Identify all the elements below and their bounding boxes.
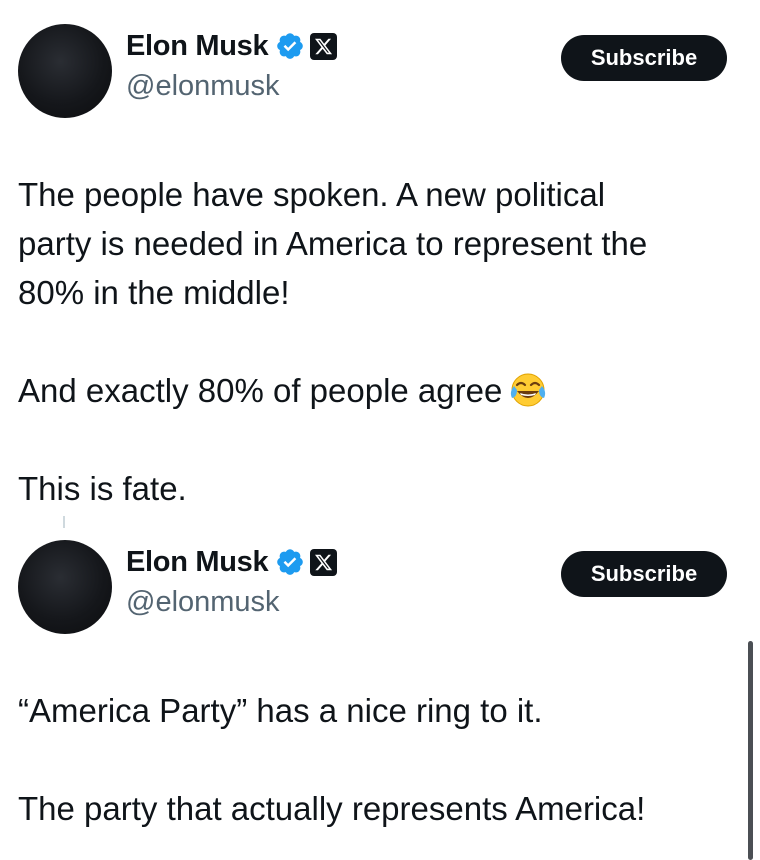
author-avatar[interactable] [18, 540, 112, 634]
post-text-line: “America Party” has a nice ring to it. [18, 692, 543, 729]
x-logo-icon [310, 548, 338, 576]
post-1-header: Elon Musk @elonmusk Subscribe [0, 24, 760, 124]
subscribe-button[interactable]: Subscribe [561, 551, 727, 597]
post-2-text: “America Party” has a nice ring to it. T… [18, 686, 733, 833]
scrollbar[interactable] [748, 641, 753, 860]
author-display-name[interactable]: Elon Musk [126, 546, 269, 579]
post-text-paragraph: And exactly 80% of people agree [18, 366, 733, 415]
thread-view: Elon Musk @elonmusk Subscribe The people… [0, 0, 760, 860]
face-with-tears-of-joy-icon [508, 370, 548, 410]
verified-badge-icon[interactable] [275, 547, 305, 577]
verified-badge-icon[interactable] [275, 31, 305, 61]
post-text-line: The party that actually represents Ameri… [18, 790, 646, 827]
thread-connector-line [63, 516, 65, 528]
author-name-row: Elon Musk [126, 542, 338, 582]
post-1-text: The people have spoken. A new political … [18, 170, 733, 513]
subscribe-button[interactable]: Subscribe [561, 35, 727, 81]
author-handle[interactable]: @elonmusk [126, 586, 280, 619]
author-display-name[interactable]: Elon Musk [126, 30, 269, 63]
author-avatar[interactable] [18, 24, 112, 118]
post-text-line: 80% in the middle! [18, 274, 290, 311]
post-text-line: party is needed in America to represent … [18, 225, 648, 262]
post-text-line: The people have spoken. A new political [18, 176, 606, 213]
author-handle[interactable]: @elonmusk [126, 70, 280, 103]
post-text-line: This is fate. [18, 470, 187, 507]
author-name-row: Elon Musk [126, 26, 338, 66]
x-logo-icon [310, 32, 338, 60]
post-2-header: Elon Musk @elonmusk Subscribe [0, 540, 760, 640]
post-text-line: And exactly 80% of people agree [18, 372, 503, 409]
